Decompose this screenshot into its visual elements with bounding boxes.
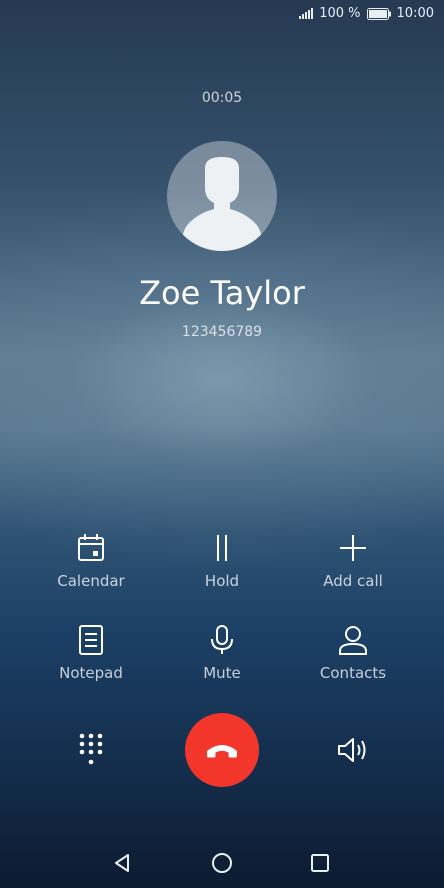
contact-number: 123456789	[181, 324, 263, 340]
nav-home-button[interactable]	[209, 850, 235, 876]
hold-button[interactable]: Hold	[162, 532, 282, 590]
calendar-label: Calendar	[57, 572, 125, 590]
notepad-button[interactable]: Notepad	[31, 624, 151, 682]
mute-button[interactable]: Mute	[162, 624, 282, 682]
speaker-button[interactable]	[333, 731, 373, 769]
contacts-button[interactable]: Contacts	[293, 624, 413, 682]
notepad-label: Notepad	[59, 664, 123, 682]
nav-recents-button[interactable]	[307, 850, 333, 876]
person-icon	[339, 626, 367, 655]
calendar-button[interactable]: Calendar	[31, 532, 151, 590]
status-bar: 100 % 10:00	[299, 6, 434, 21]
contact-name: Zoe Taylor	[139, 274, 305, 312]
status-time: 10:00	[396, 6, 434, 21]
notepad-icon	[79, 625, 103, 655]
back-triangle-icon	[115, 854, 129, 872]
dialpad-button[interactable]	[72, 731, 110, 769]
end-call-button[interactable]	[185, 713, 259, 787]
add-call-label: Add call	[323, 572, 383, 590]
person-silhouette-icon	[181, 157, 263, 251]
contacts-label: Contacts	[319, 664, 387, 682]
nav-back-button[interactable]	[109, 850, 135, 876]
battery-percentage: 100 %	[319, 6, 361, 21]
signal-icon	[299, 8, 314, 19]
add-call-button[interactable]: Add call	[293, 532, 413, 590]
mute-label: Mute	[203, 664, 241, 682]
calendar-icon	[78, 534, 104, 561]
speaker-icon	[338, 738, 366, 762]
recents-square-icon	[311, 854, 329, 872]
battery-icon	[366, 7, 391, 20]
plus-icon	[340, 535, 366, 561]
pause-icon	[217, 535, 227, 561]
contact-avatar	[167, 141, 277, 251]
call-timer: 00:05	[201, 90, 243, 106]
home-circle-icon	[212, 853, 232, 873]
dialpad-icon	[79, 733, 103, 765]
microphone-icon	[211, 625, 233, 654]
hold-label: Hold	[204, 572, 240, 590]
phone-hangup-icon	[207, 745, 237, 758]
